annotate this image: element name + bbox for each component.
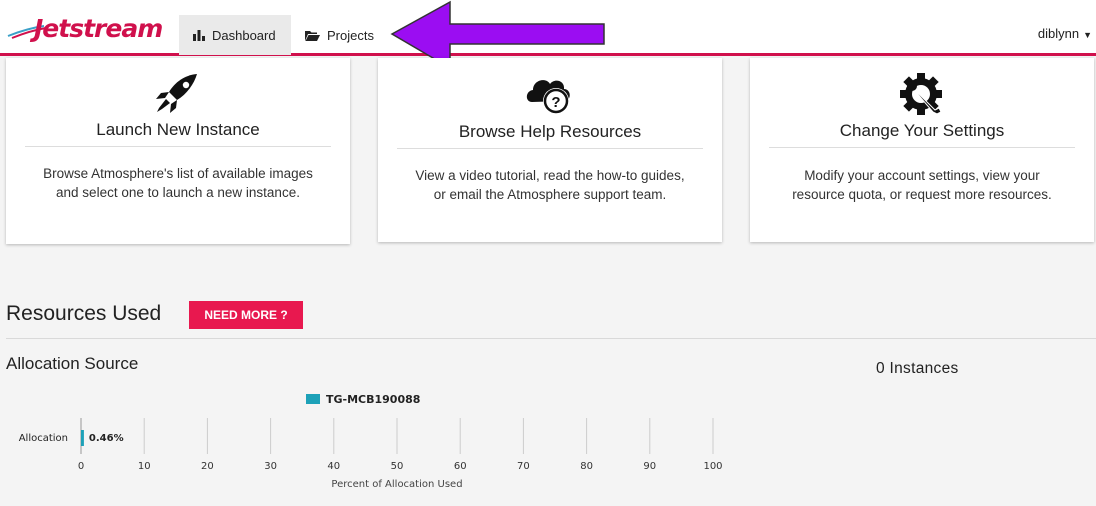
folder-open-icon bbox=[305, 30, 320, 41]
card-divider bbox=[25, 146, 331, 147]
instances-count: 0 Instances bbox=[876, 360, 959, 377]
x-tick-label: 90 bbox=[643, 461, 656, 472]
allocation-source-title: Allocation Source bbox=[6, 354, 139, 373]
x-tick-label: 20 bbox=[201, 461, 214, 472]
x-tick-label: 50 bbox=[391, 461, 404, 472]
card-help-resources[interactable]: ? Browse Help Resources View a video tut… bbox=[378, 58, 722, 242]
x-tick-label: 80 bbox=[580, 461, 593, 472]
x-tick-label: 30 bbox=[264, 461, 277, 472]
logo-text: Jetstream bbox=[34, 14, 163, 43]
card-launch-instance[interactable]: Launch New Instance Browse Atmosphere's … bbox=[6, 58, 350, 244]
allocation-chart: 0 10 20 30 40 50 60 70 80 90 100 TG-MCB190088 Allo… bbox=[19, 393, 723, 490]
gear-wrench-icon bbox=[900, 73, 942, 115]
tab-projects-label: Projects bbox=[327, 27, 374, 43]
card-divider bbox=[397, 148, 703, 149]
tab-dashboard[interactable]: Dashboard bbox=[179, 15, 291, 55]
card-description: View a video tutorial, read the how-to g… bbox=[415, 168, 685, 202]
tab-dashboard-label: Dashboard bbox=[212, 27, 276, 43]
username: diblynn bbox=[1037, 26, 1080, 41]
card-title: Browse Help Resources bbox=[458, 122, 642, 141]
x-tick-label: 40 bbox=[327, 461, 340, 472]
tab-projects[interactable]: Projects bbox=[291, 15, 391, 55]
legend-label: TG-MCB190088 bbox=[326, 393, 420, 406]
rocket-icon bbox=[156, 74, 197, 113]
x-tick-label: 10 bbox=[138, 461, 151, 472]
card-description: Modify your account settings, view your … bbox=[792, 168, 1052, 202]
x-axis-label: Percent of Allocation Used bbox=[331, 479, 462, 490]
section-divider bbox=[6, 338, 1096, 339]
user-menu[interactable]: diblynn ▼ bbox=[1038, 26, 1092, 41]
cloud-help-icon: ? bbox=[526, 80, 570, 114]
category-label: Allocation bbox=[19, 433, 68, 444]
x-tick-label: 0 bbox=[78, 461, 84, 472]
bar-value-label: 0.46% bbox=[89, 433, 124, 444]
card-settings[interactable]: Change Your Settings Modify your account… bbox=[750, 58, 1094, 242]
svg-text:?: ? bbox=[551, 94, 560, 111]
x-tick-label: 60 bbox=[454, 461, 467, 472]
card-description: Browse Atmosphere's list of available im… bbox=[43, 166, 313, 200]
x-tick-label: 70 bbox=[517, 461, 530, 472]
resources-title: Resources Used bbox=[6, 302, 162, 325]
allocation-bar bbox=[81, 430, 84, 446]
card-title: Change Your Settings bbox=[839, 121, 1005, 140]
need-more-button[interactable]: NEED MORE ? bbox=[189, 301, 303, 329]
jetstream-logo[interactable]: Jetstream bbox=[6, 12, 163, 54]
legend-swatch bbox=[306, 394, 320, 404]
caret-down-icon: ▼ bbox=[1083, 30, 1092, 40]
x-tick-label: 100 bbox=[703, 461, 722, 472]
card-divider bbox=[769, 147, 1075, 148]
card-title: Launch New Instance bbox=[96, 120, 260, 139]
bar-chart-icon bbox=[193, 29, 205, 41]
